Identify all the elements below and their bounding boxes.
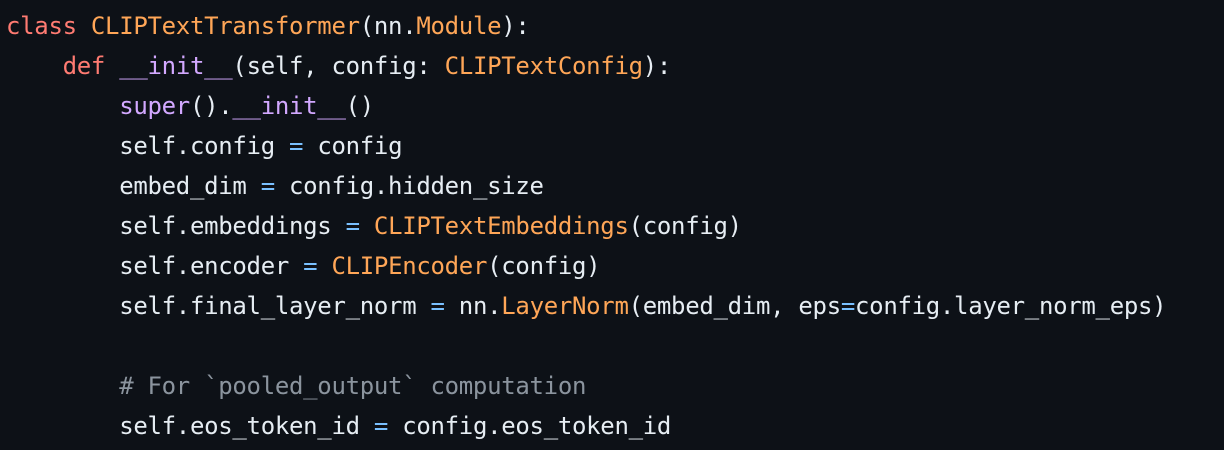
code-text-token: config.eos_token_id <box>388 412 672 440</box>
code-line: super().__init__() <box>6 86 1224 126</box>
code-text-token: config.layer_norm_eps) <box>855 292 1167 320</box>
code-text-token: self.config <box>119 132 275 160</box>
code-text-token: self.encoder <box>119 252 289 280</box>
class-name-token: CLIPTextConfig <box>444 52 643 80</box>
code-text-token: ): <box>642 52 672 80</box>
code-text-token: self.final_layer_norm <box>119 292 417 320</box>
code-line: self.eos_token_id = config.eos_token_id <box>6 406 1224 446</box>
code-text-token: () <box>345 92 375 120</box>
code-text-token: (nn. <box>359 12 417 40</box>
function-name-token: __init__ <box>119 52 233 80</box>
code-text-token: embed_dim <box>119 172 247 200</box>
code-text-token: (config) <box>628 212 743 240</box>
code-text-token: nn. <box>444 292 502 320</box>
code-block: class CLIPTextTransformer(nn.Module): de… <box>6 6 1224 446</box>
function-name-token: __init__ <box>232 92 346 120</box>
operator-token: = <box>840 292 856 320</box>
code-line: embed_dim = config.hidden_size <box>6 166 1224 206</box>
class-name-token: CLIPTextEmbeddings <box>373 212 629 240</box>
code-text-token: (config) <box>487 252 601 280</box>
operator-token: = <box>430 292 445 320</box>
code-text-token: self.embeddings <box>119 212 332 240</box>
comment-token: # For `pooled_output` computation <box>119 372 587 400</box>
operator-token: = <box>303 252 318 280</box>
code-line: self.config = config <box>6 126 1224 166</box>
operator-token: = <box>345 212 360 240</box>
code-line: def __init__(self, config: CLIPTextConfi… <box>6 46 1224 86</box>
keyword-token: class <box>6 12 77 40</box>
code-text-token: self.eos_token_id <box>119 412 360 440</box>
code-view: class CLIPTextTransformer(nn.Module): de… <box>0 0 1224 450</box>
code-text-token: (embed_dim, eps <box>628 292 842 320</box>
code-text-token: (self, config: <box>232 52 445 80</box>
function-name-token: super <box>119 92 190 120</box>
code-text-token: (). <box>189 92 233 120</box>
code-line: self.final_layer_norm = nn.LayerNorm(emb… <box>6 286 1224 326</box>
operator-token: = <box>260 172 275 200</box>
operator-token: = <box>289 132 304 160</box>
code-line: # For `pooled_output` computation <box>6 366 1224 406</box>
code-text-token: config <box>303 132 403 160</box>
code-line: self.encoder = CLIPEncoder(config) <box>6 246 1224 286</box>
code-line: class CLIPTextTransformer(nn.Module): <box>6 6 1224 46</box>
operator-token: = <box>373 412 389 440</box>
keyword-token: def <box>62 52 106 80</box>
code-text-token: ): <box>501 12 530 40</box>
class-name-token: LayerNorm <box>501 292 629 320</box>
code-line: self.embeddings = CLIPTextEmbeddings(con… <box>6 206 1224 246</box>
code-text-token: config.hidden_size <box>274 172 544 200</box>
class-name-token: Module <box>416 12 502 40</box>
class-name-token: CLIPEncoder <box>331 252 488 280</box>
class-name-token: CLIPTextTransformer <box>90 12 360 40</box>
